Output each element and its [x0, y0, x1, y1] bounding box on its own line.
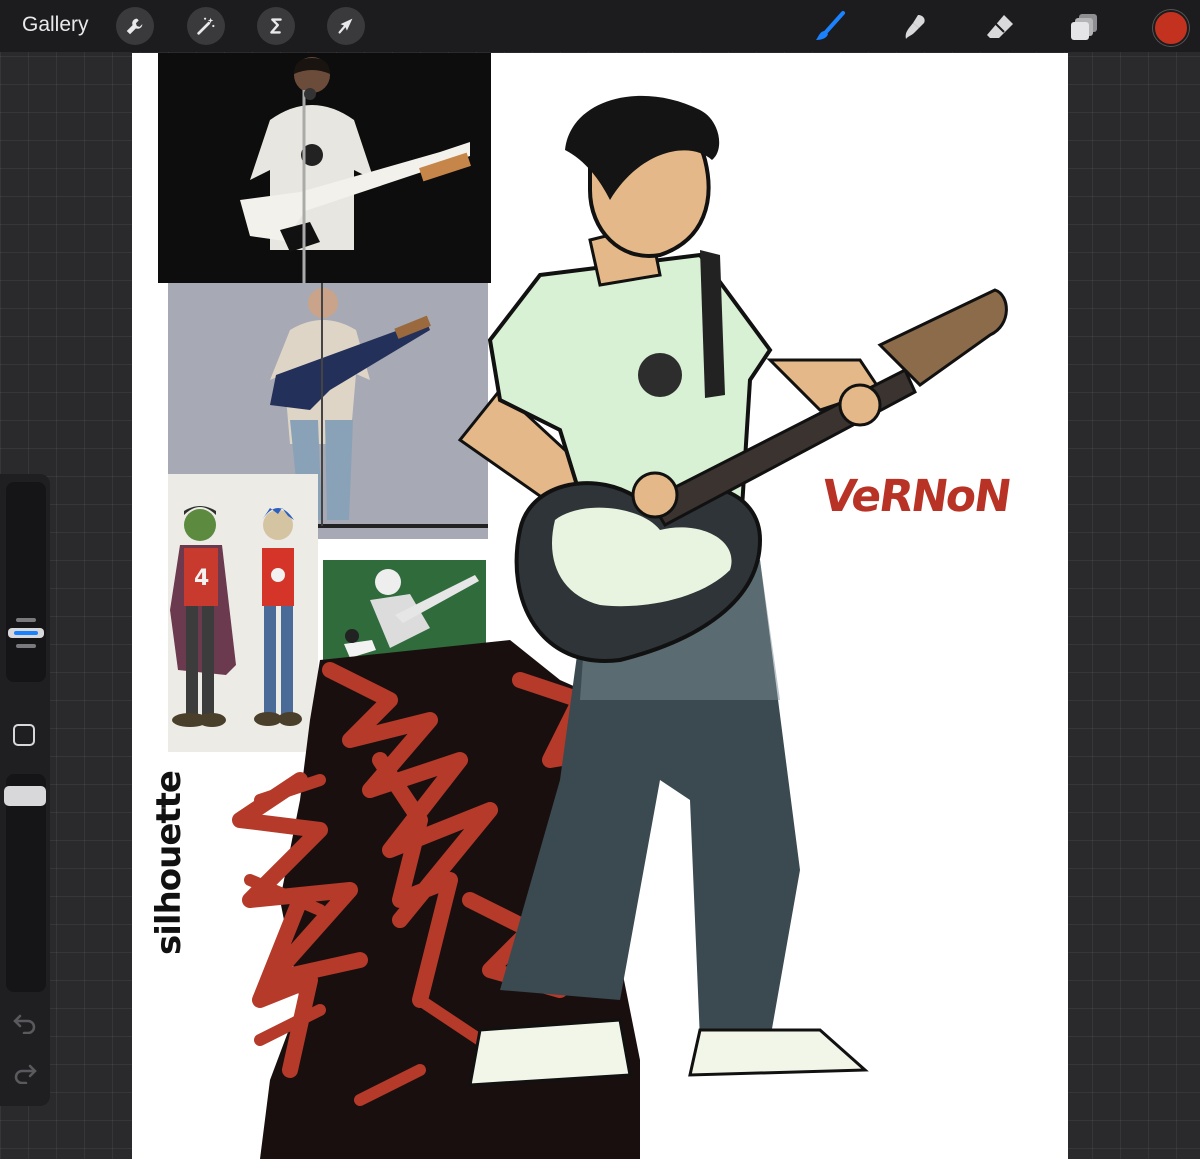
top-toolbar: Gallery	[0, 0, 1200, 52]
wrench-icon	[126, 18, 143, 35]
character-drawing	[457, 95, 1008, 1087]
undo-icon[interactable]	[12, 1012, 38, 1034]
color-picker-button[interactable]	[1153, 10, 1189, 46]
opacity-thumb[interactable]	[4, 786, 46, 806]
reference-photo-concert-1	[158, 53, 491, 283]
actions-button[interactable]	[116, 7, 154, 45]
drawing-canvas[interactable]: 4 VeRNoN silhouette	[132, 53, 1068, 1159]
opacity-slider[interactable]	[4, 774, 46, 992]
brush-size-slider[interactable]	[6, 482, 46, 682]
reference-character-sheet: 4	[168, 474, 318, 752]
artwork: 4	[158, 53, 1008, 1159]
paint-button[interactable]	[812, 9, 848, 45]
redo-icon[interactable]	[12, 1062, 38, 1084]
brush-icon	[816, 11, 845, 40]
brush-size-thumb[interactable]	[8, 618, 44, 648]
svg-text:4: 4	[194, 566, 209, 591]
gallery-button[interactable]: Gallery	[22, 13, 89, 37]
handwritten-name-label: VeRNoN	[818, 471, 1013, 522]
magic-wand-icon	[197, 17, 215, 35]
adjustments-button[interactable]	[187, 7, 225, 45]
eraser-icon	[987, 15, 1013, 38]
transform-arrow-icon	[338, 18, 353, 34]
selection-icon	[270, 18, 282, 34]
smudge-icon	[905, 15, 925, 39]
layers-button[interactable]	[1066, 9, 1102, 45]
selection-button[interactable]	[257, 7, 295, 45]
smudge-button[interactable]	[897, 9, 933, 45]
transform-button[interactable]	[327, 7, 365, 45]
brush-sidebar	[0, 474, 50, 1106]
modify-square-icon[interactable]	[13, 724, 35, 746]
handwritten-side-label: silhouette	[148, 771, 189, 955]
layers-icon	[1071, 14, 1097, 40]
erase-button[interactable]	[982, 9, 1018, 45]
